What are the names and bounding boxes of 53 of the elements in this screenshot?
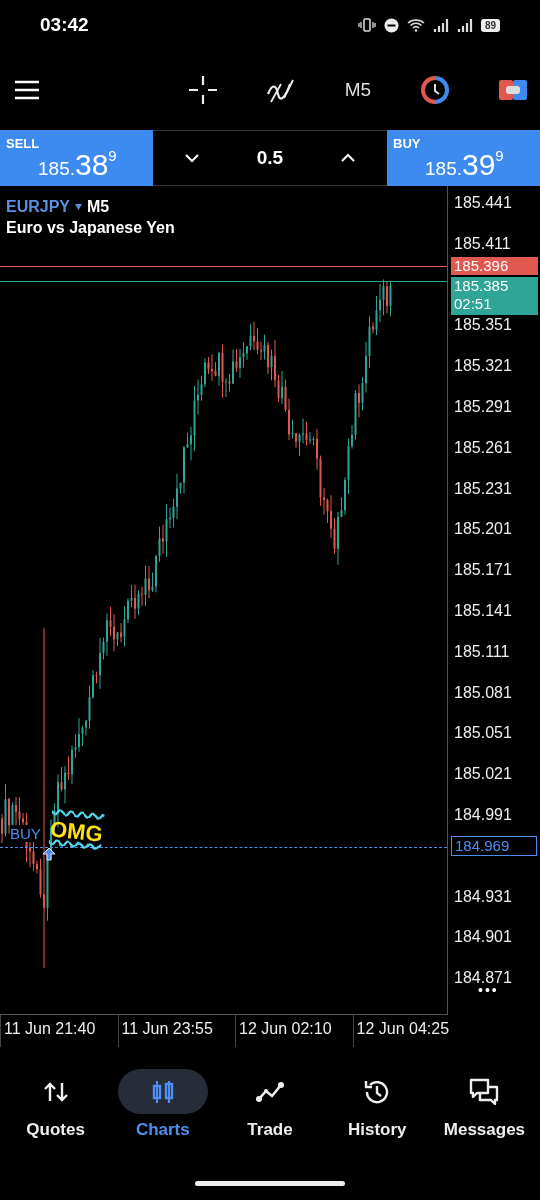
price-tick: 185.291 xyxy=(454,398,512,416)
price-tick: 185.411 xyxy=(454,234,511,253)
nav-tab[interactable]: History xyxy=(323,1069,431,1140)
crosshair-icon[interactable] xyxy=(188,75,218,105)
time-tick: 12 Jun 04:25 xyxy=(352,1015,470,1047)
price-tick: 185.081 xyxy=(454,683,512,702)
price-tick: 185.201 xyxy=(454,520,512,539)
price-tick: 184.931 xyxy=(454,887,512,906)
time-tick: 12 Jun 02:10 xyxy=(235,1015,353,1047)
order-label: BUY xyxy=(10,824,41,842)
price-tick: 185.321 xyxy=(454,357,512,376)
chevron-down-icon[interactable] xyxy=(184,153,201,163)
do-not-disturb-icon xyxy=(383,17,399,33)
price-tick: 185.441 xyxy=(454,194,512,212)
dropdown-icon[interactable] xyxy=(75,204,83,210)
nav-tab[interactable]: Quotes xyxy=(2,1069,110,1140)
price-tick: 185.021 xyxy=(454,765,512,784)
status-time: 03:42 xyxy=(40,14,89,36)
signal-icon xyxy=(432,18,449,32)
nav-tab[interactable]: Messages xyxy=(430,1069,538,1140)
price-tick: 185.351 xyxy=(454,316,512,335)
bid-price: 185.385 xyxy=(454,277,510,296)
price-tick: 185.111 xyxy=(454,642,510,661)
order-price-label: 184.969 xyxy=(451,835,537,856)
chevron-up-icon[interactable] xyxy=(339,153,356,163)
time-tick: 11 Jun 21:40 xyxy=(0,1015,118,1047)
volume-value[interactable]: 0.5 xyxy=(256,147,284,169)
price-tick: 185.261 xyxy=(454,438,512,457)
vibrate-icon xyxy=(357,18,376,32)
messages-icon xyxy=(468,1076,501,1107)
menu-button[interactable] xyxy=(14,80,40,100)
nav-tab[interactable]: Trade xyxy=(216,1069,324,1140)
symbol-description: Euro vs Japanese Yen xyxy=(6,219,175,237)
price-tick: 185.051 xyxy=(454,724,512,743)
signal-icon xyxy=(456,18,473,32)
timeframe-button[interactable]: M5 xyxy=(344,79,372,101)
clock-icon[interactable] xyxy=(419,75,450,105)
battery-indicator: 89 xyxy=(480,18,500,32)
ask-price-label: 185.396 xyxy=(451,257,538,276)
time-tick: 11 Jun 23:55 xyxy=(117,1015,235,1047)
wifi-icon xyxy=(406,18,425,32)
price-tick: 185.171 xyxy=(454,561,512,580)
price-tick: 185.141 xyxy=(454,602,512,620)
chart-timeframe: M5 xyxy=(87,198,110,216)
price-tick: 185.231 xyxy=(454,479,512,498)
trading-toggle-icon[interactable] xyxy=(497,77,528,103)
price-tick: 184.901 xyxy=(454,928,512,947)
buy-arrow-icon xyxy=(42,846,56,861)
line-chart-icon xyxy=(255,1080,285,1103)
price-tick: 184.991 xyxy=(454,806,512,824)
sticker-text: OMG xyxy=(48,815,104,849)
bar-countdown: 02:51 xyxy=(454,295,493,314)
symbol-link[interactable]: EURJPY xyxy=(6,198,71,216)
